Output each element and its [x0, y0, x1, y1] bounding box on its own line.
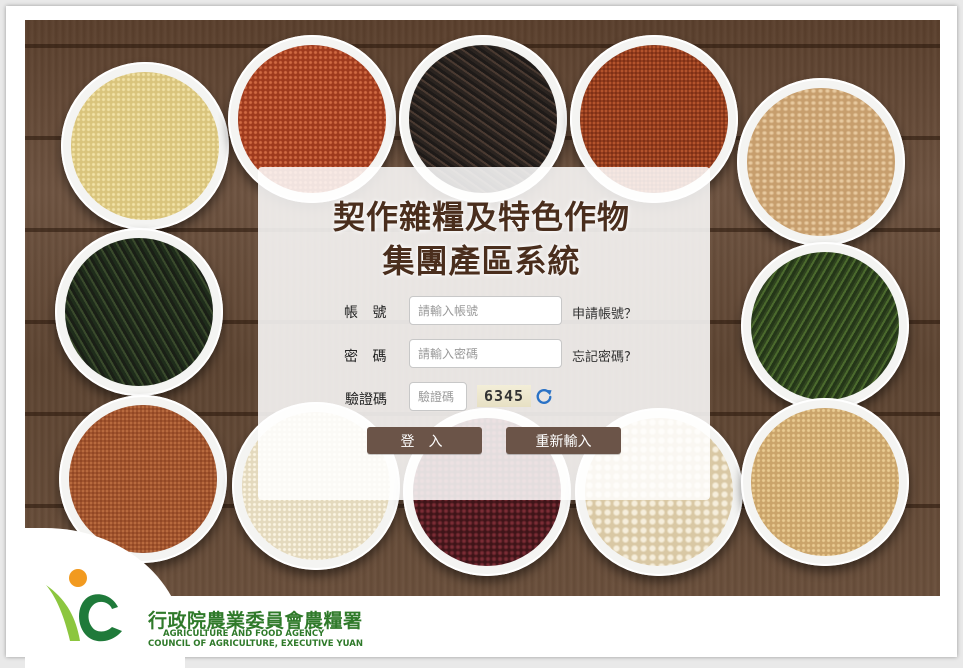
- login-button[interactable]: 登入: [367, 427, 482, 454]
- captcha-image: 6345: [477, 385, 531, 407]
- password-label: 密 碼: [344, 349, 392, 365]
- system-title-line2: 集團產區系統: [382, 242, 581, 280]
- agency-name-en-line2: COUNCIL OF AGRICULTURE, EXECUTIVE YUAN: [148, 639, 363, 649]
- grain-bowl: [741, 398, 909, 566]
- agency-logo: [46, 569, 122, 642]
- account-input[interactable]: [409, 296, 562, 325]
- password-input[interactable]: [409, 339, 562, 368]
- account-label: 帳 號: [344, 305, 392, 321]
- reset-button[interactable]: 重新輸入: [506, 427, 621, 454]
- agency-name-en-line1: AGRICULTURE AND FOOD AGENCY: [163, 629, 325, 639]
- system-title-line1: 契作雜糧及特色作物: [332, 198, 630, 236]
- captcha-input[interactable]: [409, 382, 467, 411]
- refresh-icon[interactable]: [535, 387, 553, 405]
- forgot-password-link[interactable]: 忘記密碼?: [572, 346, 631, 365]
- apply-account-link[interactable]: 申請帳號？: [572, 303, 637, 322]
- captcha-label: 驗證碼: [345, 392, 387, 408]
